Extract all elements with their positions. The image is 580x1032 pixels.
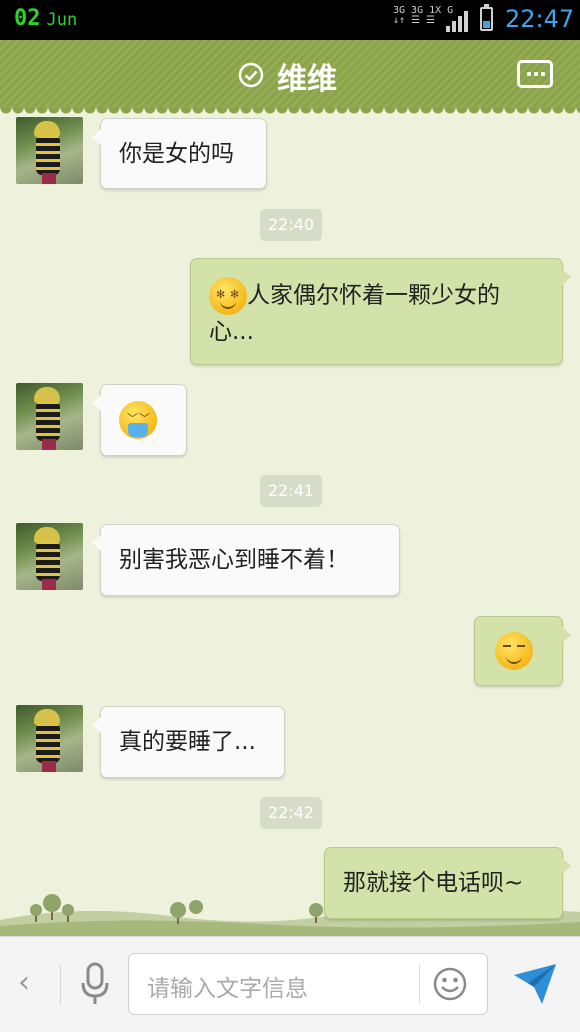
divider	[419, 964, 420, 1004]
message-bubble-sent[interactable]: 那就接个电话呗~	[324, 847, 571, 919]
vomit-face-emoji-icon: ﹀ ﹀	[119, 401, 157, 439]
battery-icon	[480, 4, 493, 31]
timestamp: 22:41	[260, 475, 323, 507]
dizzy-face-emoji-icon: ✻ ✻	[209, 277, 247, 315]
message-bubble-sent[interactable]: ✻ ✻ 人家偶尔怀着一颗少女的 心...	[190, 258, 571, 365]
status-date: 02 Jun	[14, 6, 78, 31]
check-circle-icon	[238, 62, 264, 88]
message-text: 人家偶尔怀着一颗少女的	[247, 282, 500, 309]
message-text: 心...	[209, 319, 254, 345]
awkward-smile-emoji-icon	[495, 632, 533, 670]
timestamp: 22:42	[260, 797, 323, 829]
more-dots-icon[interactable]	[517, 60, 553, 88]
message-bubble-received[interactable]: ﹀ ﹀	[92, 384, 187, 456]
microphone-icon[interactable]	[78, 961, 112, 1007]
signal-icon	[446, 10, 470, 32]
status-bar: 02 Jun 3G 3G 1X G ↓↑ ☰ ☰ 22:47	[0, 0, 580, 40]
chat-title: 维维	[277, 62, 337, 97]
chat-header: 维维	[0, 40, 580, 114]
input-placeholder: 请输入文字信息	[147, 976, 308, 1002]
message-text: 别害我恶心到睡不着！	[119, 547, 349, 573]
message-bubble-received[interactable]: 别害我恶心到睡不着！	[92, 524, 400, 596]
message-bubble-received[interactable]: 你是女的吗	[92, 118, 267, 189]
message-text: 真的要睡了...	[119, 729, 256, 755]
divider	[60, 965, 61, 1005]
composer-bar: ‹ 请输入文字信息	[0, 936, 580, 1032]
message-bubble-sent[interactable]	[474, 616, 571, 686]
paper-plane-icon[interactable]	[512, 961, 558, 1007]
status-time: 22:47	[505, 5, 575, 33]
timestamp: 22:40	[260, 209, 323, 241]
contact-avatar[interactable]	[16, 523, 83, 590]
contact-avatar[interactable]	[16, 705, 83, 772]
message-text: 你是女的吗	[119, 141, 234, 167]
smiley-icon[interactable]	[433, 967, 467, 1001]
message-input[interactable]: 请输入文字信息	[128, 953, 488, 1015]
message-bubble-received[interactable]: 真的要睡了...	[92, 706, 285, 778]
chevron-left-icon[interactable]: ‹	[18, 965, 30, 1000]
contact-avatar[interactable]	[16, 383, 83, 450]
contact-avatar[interactable]	[16, 117, 83, 184]
message-text: 那就接个电话呗~	[343, 870, 524, 896]
network-indicator: 3G 3G 1X G ↓↑ ☰ ☰	[393, 5, 454, 26]
